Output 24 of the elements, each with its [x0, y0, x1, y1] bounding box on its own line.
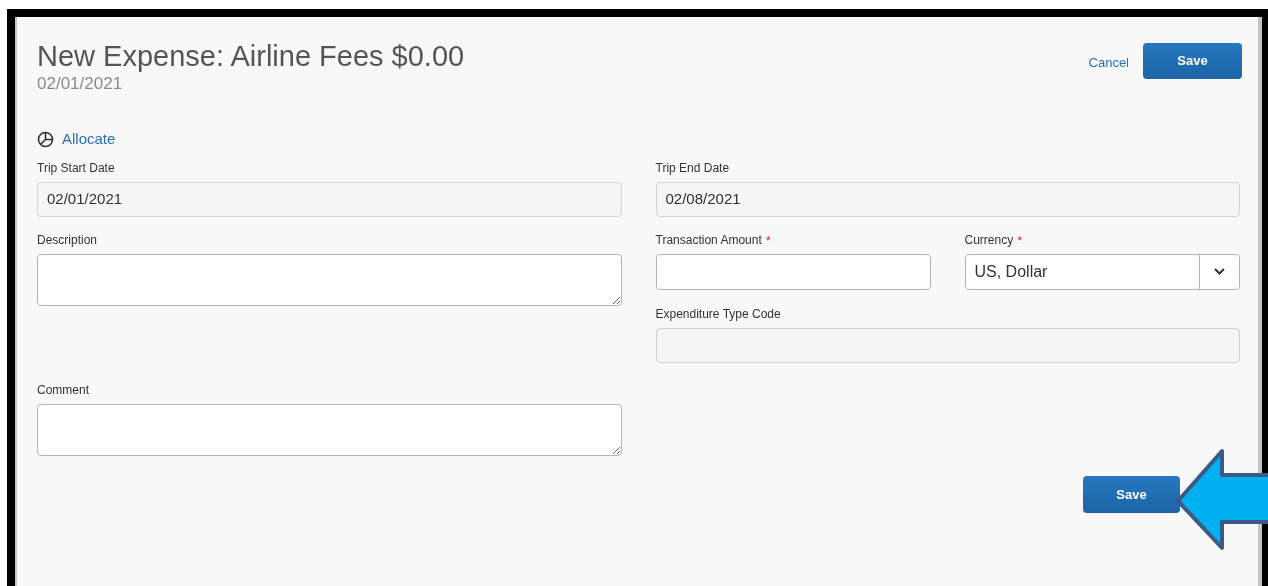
save-button[interactable]: Save	[1143, 43, 1242, 79]
expense-title: New Expense: Airline Fees $0.00	[37, 39, 465, 73]
pie-chart-icon	[37, 130, 54, 148]
save-button[interactable]: Save	[1083, 476, 1180, 513]
field-label: Transaction Amount	[655, 232, 762, 248]
input-field[interactable]	[655, 253, 931, 290]
read-only-field[interactable]: 02/08/2021	[655, 181, 1240, 217]
field-label: Trip End Date	[655, 160, 730, 176]
allocate-link[interactable]: Allocate	[62, 128, 116, 151]
cancel-link[interactable]: Cancel	[1088, 53, 1129, 73]
required-mark: *	[1017, 232, 1023, 248]
read-only-field[interactable]	[655, 327, 1240, 363]
chevron-down-icon	[1214, 268, 1225, 275]
text-area[interactable]	[37, 403, 622, 456]
expense-date: 02/01/2021	[37, 73, 124, 95]
required-mark: *	[765, 232, 771, 248]
field-label: Description	[37, 232, 98, 248]
read-only-field[interactable]: 02/01/2021	[37, 181, 622, 217]
field-label: Expenditure Type Code	[655, 306, 781, 322]
field-label: Currency	[964, 232, 1014, 248]
field-label: Comment	[37, 382, 89, 398]
field-label: Trip Start Date	[37, 160, 115, 176]
currency-dropdown[interactable]: US, Dollar	[964, 253, 1240, 290]
text-area[interactable]	[37, 253, 622, 306]
